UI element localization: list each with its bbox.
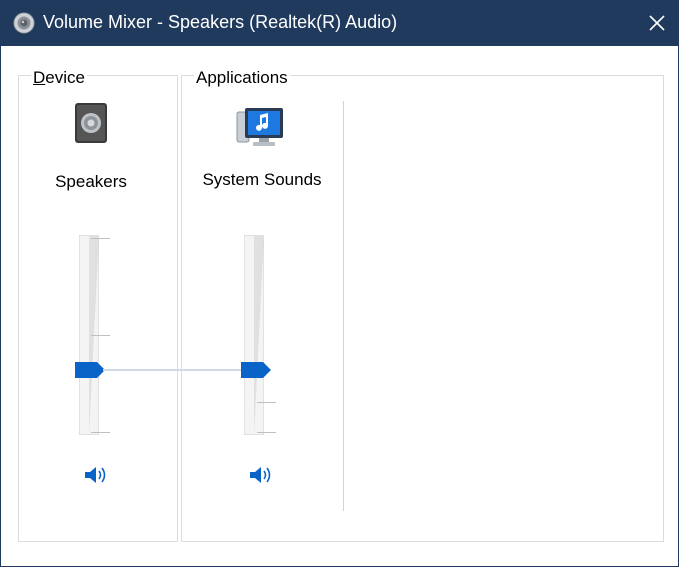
tick-mark <box>257 402 276 403</box>
title-bar: Volume Mixer - Speakers (Realtek(R) Audi… <box>1 0 679 46</box>
column-separator <box>343 101 344 511</box>
device-volume-thumb[interactable] <box>75 362 105 378</box>
tick-mark <box>91 432 110 433</box>
speaker-volume-icon[interactable] <box>248 464 274 486</box>
applications-group-label: Applications <box>194 68 290 88</box>
volume-mixer-window: Volume Mixer - Speakers (Realtek(R) Audi… <box>0 0 679 567</box>
window-title: Volume Mixer - Speakers (Realtek(R) Audi… <box>43 12 398 32</box>
application-name: System Sounds <box>202 170 322 189</box>
tick-mark <box>91 238 110 239</box>
speaker-device-icon[interactable] <box>72 101 110 145</box>
system-sounds-icon[interactable] <box>235 104 287 152</box>
speaker-volume-icon[interactable] <box>83 464 109 486</box>
close-icon <box>649 15 665 31</box>
device-group-label: Device <box>31 68 87 88</box>
volume-link-line <box>103 369 243 371</box>
device-name: Speakers <box>55 172 127 191</box>
tick-mark <box>257 432 276 433</box>
application-volume-slider[interactable] <box>243 234 265 436</box>
tick-mark <box>91 335 110 336</box>
application-volume-thumb[interactable] <box>241 362 271 378</box>
speaker-icon <box>13 12 35 34</box>
close-button[interactable] <box>634 0 679 46</box>
